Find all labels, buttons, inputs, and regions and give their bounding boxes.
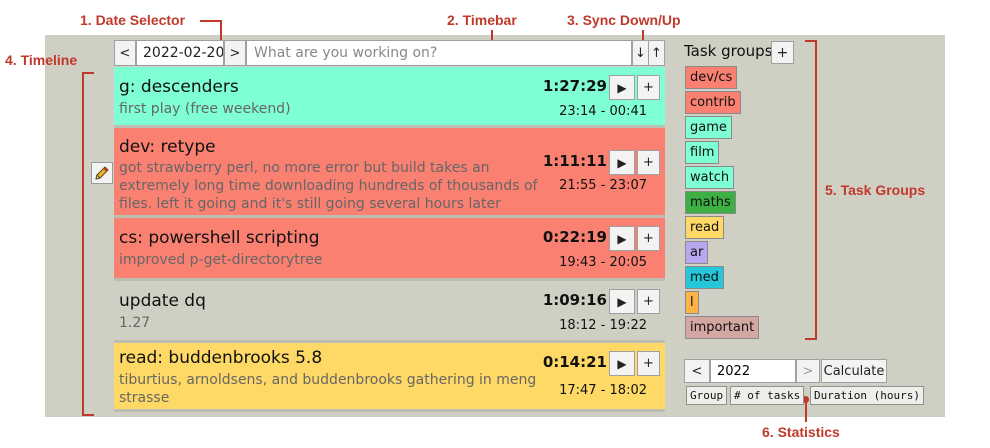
task-group-item[interactable]: game bbox=[685, 116, 732, 139]
task-group-item[interactable]: dev/cs bbox=[685, 66, 738, 89]
task-time-range: 23:14 - 00:41 bbox=[559, 104, 647, 119]
task-entry[interactable]: cs: powershell scripting improved p-get-… bbox=[114, 218, 665, 281]
task-description: tiburtius, arnoldsens, and buddenbrooks … bbox=[119, 372, 537, 406]
date-input[interactable]: 2022-02-20 bbox=[136, 40, 224, 66]
add-button[interactable]: + bbox=[637, 75, 660, 100]
task-groups-header: Task groups bbox=[684, 42, 773, 60]
annotation-timeline-bracket bbox=[82, 414, 94, 416]
task-duration: 1:11:11 bbox=[542, 152, 607, 170]
task-entry[interactable]: update dq 1.27 1:09:16 ▶ + 18:12 - 19:22 bbox=[114, 281, 665, 343]
play-button[interactable]: ▶ bbox=[609, 226, 635, 251]
annotation-task-groups-bracket bbox=[815, 40, 817, 340]
topbar: < 2022-02-20 > What are you working on? … bbox=[114, 40, 665, 66]
task-title: g: descenders bbox=[119, 77, 239, 97]
sync-up-button[interactable]: ↑ bbox=[648, 40, 665, 66]
task-group-item[interactable]: ar bbox=[685, 241, 709, 264]
annotation-date-selector: 1. Date Selector bbox=[80, 12, 186, 28]
annotation-timeline: 4. Timeline bbox=[5, 52, 78, 68]
task-group-item[interactable]: film bbox=[685, 141, 720, 164]
task-entry[interactable]: read: buddenbrooks 5.8 tiburtius, arnold… bbox=[114, 343, 665, 412]
add-button[interactable]: + bbox=[637, 289, 660, 314]
play-button[interactable]: ▶ bbox=[609, 75, 635, 100]
task-entry[interactable]: g: descenders first play (free weekend) … bbox=[114, 67, 665, 128]
timebar-input[interactable]: What are you working on? bbox=[246, 40, 632, 66]
annotation-statistics-line bbox=[805, 400, 807, 422]
prev-date-button[interactable]: < bbox=[114, 40, 136, 66]
task-group-item[interactable]: read bbox=[685, 216, 725, 239]
timeline: g: descenders first play (free weekend) … bbox=[114, 67, 665, 412]
stats-column-task-count: # of tasks bbox=[730, 386, 805, 405]
annotation-timebar: 2. Timebar bbox=[447, 12, 517, 28]
annotation-sync: 3. Sync Down/Up bbox=[567, 12, 681, 28]
sync-down-button[interactable]: ↓ bbox=[632, 40, 648, 66]
task-entry[interactable]: dev: retype got strawberry perl, no more… bbox=[114, 128, 665, 218]
annotation-task-groups: 5. Task Groups bbox=[825, 182, 926, 198]
task-group-item[interactable]: med bbox=[685, 266, 724, 289]
task-duration: 0:14:21 bbox=[542, 353, 607, 371]
annotation-statistics: 6. Statistics bbox=[762, 424, 840, 440]
year-input[interactable]: 2022 bbox=[710, 359, 796, 383]
annotation-timeline-bracket bbox=[82, 72, 94, 74]
add-button[interactable]: + bbox=[637, 150, 660, 175]
task-duration: 1:27:29 bbox=[542, 77, 607, 95]
play-button[interactable]: ▶ bbox=[609, 351, 635, 376]
task-time-range: 17:47 - 18:02 bbox=[559, 383, 647, 398]
task-description: first play (free weekend) bbox=[119, 101, 291, 117]
edit-pencil-icon[interactable] bbox=[91, 162, 113, 184]
stats-column-duration: Duration (hours) bbox=[810, 386, 924, 405]
task-duration: 0:22:19 bbox=[542, 228, 607, 246]
annotation-date-selector-line bbox=[200, 20, 222, 22]
annotation-task-groups-bracket bbox=[805, 40, 817, 42]
task-title: cs: powershell scripting bbox=[119, 228, 320, 248]
task-title: update dq bbox=[119, 291, 206, 311]
task-group-item[interactable]: important bbox=[685, 316, 760, 339]
play-button[interactable]: ▶ bbox=[609, 289, 635, 314]
task-time-range: 18:12 - 19:22 bbox=[559, 318, 647, 333]
prev-year-button[interactable]: < bbox=[684, 359, 710, 383]
calculate-button[interactable]: Calculate bbox=[821, 359, 887, 383]
task-description: got strawberry perl, no more error but b… bbox=[119, 160, 538, 212]
play-button[interactable]: ▶ bbox=[609, 150, 635, 175]
stats-column-group: Group bbox=[686, 386, 728, 405]
task-group-item[interactable]: maths bbox=[685, 191, 736, 214]
add-task-group-button[interactable]: + bbox=[771, 41, 794, 64]
next-date-button[interactable]: > bbox=[224, 40, 246, 66]
add-button[interactable]: + bbox=[637, 226, 660, 251]
task-group-item[interactable]: contrib bbox=[685, 91, 741, 114]
annotation-task-groups-bracket bbox=[805, 338, 817, 340]
task-title: dev: retype bbox=[119, 137, 216, 157]
task-group-item[interactable]: watch bbox=[685, 166, 735, 189]
task-title: read: buddenbrooks 5.8 bbox=[119, 348, 323, 368]
task-duration: 1:09:16 bbox=[542, 291, 607, 309]
task-description: improved p-get-directorytree bbox=[119, 252, 323, 268]
task-group-item[interactable]: l bbox=[685, 291, 699, 314]
task-description: 1.27 bbox=[119, 315, 151, 331]
task-time-range: 21:55 - 23:07 bbox=[559, 178, 647, 193]
next-year-button[interactable]: > bbox=[796, 359, 820, 383]
add-button[interactable]: + bbox=[637, 351, 660, 376]
task-time-range: 19:43 - 20:05 bbox=[559, 255, 647, 270]
annotation-timeline-bracket bbox=[82, 72, 84, 416]
